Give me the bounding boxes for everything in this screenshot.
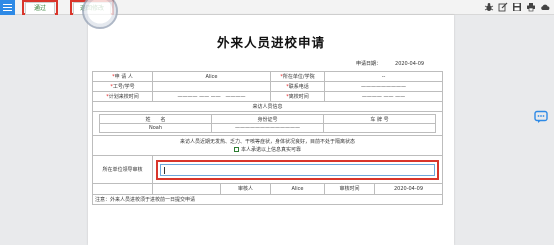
col-visitor-plate: 车 牌 号: [323, 114, 436, 124]
review-input-highlight: [156, 159, 439, 180]
health-notice-cell: 来访人员近期无发热、乏力、干咳等症状，身体状况良好，目前不处于隔离状态 本人承诺…: [92, 135, 443, 156]
visitor-plate-cell: [323, 123, 436, 133]
leave-time-label: *离校时间: [270, 91, 325, 102]
footer-note: 注意：外来人员进校须于进校前一日提交申请: [92, 194, 443, 205]
review-time-value: 2020-04-09: [393, 186, 424, 192]
review-time-group: 审核时间 2020-04-09: [324, 183, 443, 195]
leave-time-value: ———— —— ——: [324, 91, 443, 102]
unit-label: *所在单位/学院: [270, 71, 325, 82]
visitor-name-cell: Noah: [99, 123, 212, 133]
bug-icon[interactable]: [484, 2, 494, 12]
print-icon[interactable]: [526, 2, 536, 12]
application-table: *申 请 人 Alice *所在单位/学院 -- *工号/学号 *联系电话 ——…: [92, 71, 443, 205]
review-time-label: 审核时间: [325, 184, 375, 194]
col-visitor-name: 姓 名: [99, 114, 212, 124]
reviewer-blank: [92, 183, 153, 195]
apply-date-value: 2020-04-09: [395, 61, 425, 67]
health-notice: 来访人员近期无发热、乏力、干咳等症状，身体状况良好，目前不处于隔离状态: [179, 138, 355, 145]
chat-icon[interactable]: [534, 110, 548, 124]
pass-button-highlight: 通过: [22, 0, 58, 15]
commitment-checkbox[interactable]: [233, 146, 239, 152]
toolbar-icons: [484, 2, 550, 12]
menu-icon[interactable]: [0, 0, 15, 15]
school-seal-logo: [82, 0, 118, 29]
commitment-line: 本人承诺以上信息真实可靠: [95, 146, 440, 154]
form-title: 外来人员进校申请: [216, 35, 325, 50]
leader-review-input[interactable]: [160, 163, 435, 176]
leader-review-cell: [152, 155, 443, 184]
edit-icon[interactable]: [498, 2, 508, 12]
plan-time-value: ———— —— —— ————: [152, 91, 271, 102]
leader-review-label: 所在单位领导审核: [92, 155, 153, 184]
applicant-value: Alice: [152, 71, 271, 82]
visitor-section-header: 来访人员信息: [92, 101, 443, 112]
col-visitor-id: 身份证号: [211, 114, 324, 124]
applicant-label: *申 请 人: [92, 71, 153, 82]
pass-button[interactable]: 通过: [25, 2, 55, 15]
apply-date-label: 申请日期：: [356, 61, 382, 67]
visitor-table: 姓 名 身份证号 车 牌 号 Noah —————————————: [99, 114, 436, 133]
phone-label: *联系电话: [270, 81, 325, 92]
reviewer-group: 审核人: [152, 183, 271, 195]
staff-id-label: *工号/学号: [92, 81, 153, 92]
text-caret: [164, 166, 165, 174]
reviewer-value: Alice: [270, 183, 325, 195]
unit-value: --: [324, 71, 443, 82]
phone-value: —————————: [324, 81, 443, 92]
application-form-sheet: 外来人员进校申请 申请日期： 2020-04-09 *申 请 人 Alice *所…: [82, 0, 454, 245]
reviewer-label: 审核人: [220, 184, 270, 194]
staff-id-value: [152, 81, 271, 92]
cloud-icon[interactable]: [540, 2, 550, 12]
plan-time-label: *计划来校时间: [92, 91, 153, 102]
visitor-id-cell: —————————————: [211, 123, 324, 133]
save-icon[interactable]: [512, 2, 522, 12]
visitor-table-cell: 姓 名 身份证号 车 牌 号 Noah —————————————: [92, 111, 443, 136]
apply-date: 申请日期： 2020-04-09: [356, 60, 424, 67]
